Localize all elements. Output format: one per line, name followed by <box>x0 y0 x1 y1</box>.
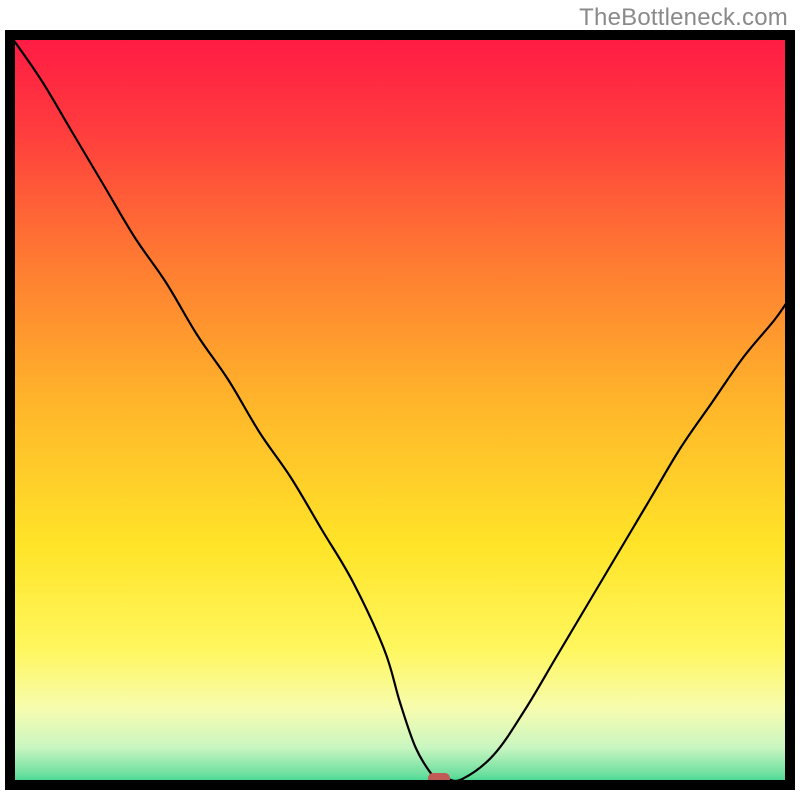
chart-frame <box>5 30 795 790</box>
chart-background <box>10 35 790 785</box>
bottleneck-chart <box>5 30 795 790</box>
attribution-text: TheBottleneck.com <box>579 4 788 32</box>
